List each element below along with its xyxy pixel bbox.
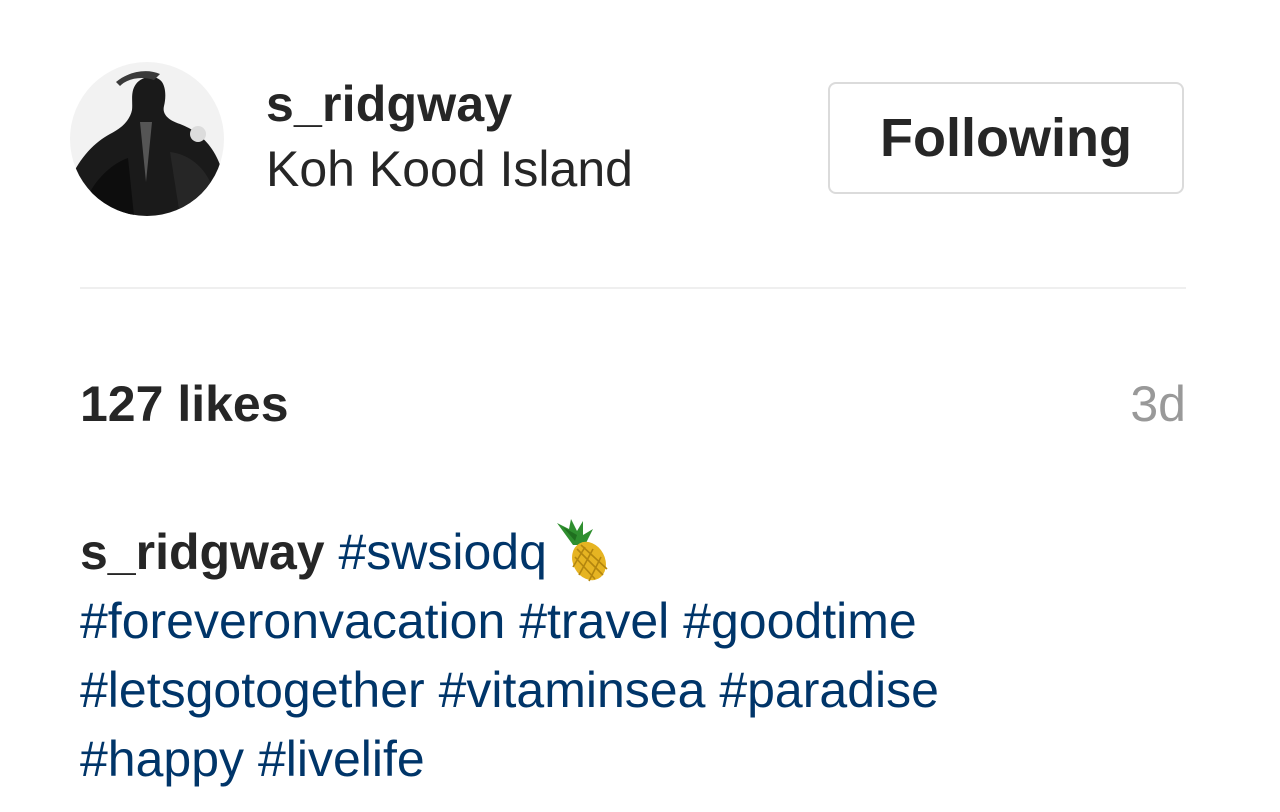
hashtag-link[interactable]: #happy [80, 731, 244, 787]
hashtag-link[interactable]: #travel [519, 593, 669, 649]
user-block: s_ridgway Koh Kood Island [266, 74, 633, 200]
username-link[interactable]: s_ridgway [266, 74, 633, 134]
hashtag-link[interactable]: #letsgotogether [80, 662, 425, 718]
likes-count[interactable]: 127 likes [80, 374, 289, 434]
location-link[interactable]: Koh Kood Island [266, 138, 633, 200]
caption-username-link[interactable]: s_ridgway [80, 524, 325, 580]
pineapple-icon [551, 519, 613, 583]
hashtag-link[interactable]: #foreveronvacation [80, 593, 505, 649]
hashtag-swsiodq[interactable]: #swsiodq [338, 524, 546, 580]
hashtag-link[interactable]: #vitaminsea [439, 662, 706, 718]
divider [80, 287, 1186, 289]
hashtag-link[interactable]: #goodtime [683, 593, 917, 649]
post-header: s_ridgway Koh Kood Island Following [70, 62, 1186, 218]
caption: s_ridgway #swsiodq #foreveronvacation #t… [80, 518, 1190, 794]
hashtag-link[interactable]: #paradise [719, 662, 939, 718]
hashtag-link[interactable]: #livelife [258, 731, 425, 787]
post-timestamp[interactable]: 3d [1130, 374, 1186, 434]
avatar[interactable] [70, 62, 224, 216]
following-button[interactable]: Following [828, 82, 1184, 194]
